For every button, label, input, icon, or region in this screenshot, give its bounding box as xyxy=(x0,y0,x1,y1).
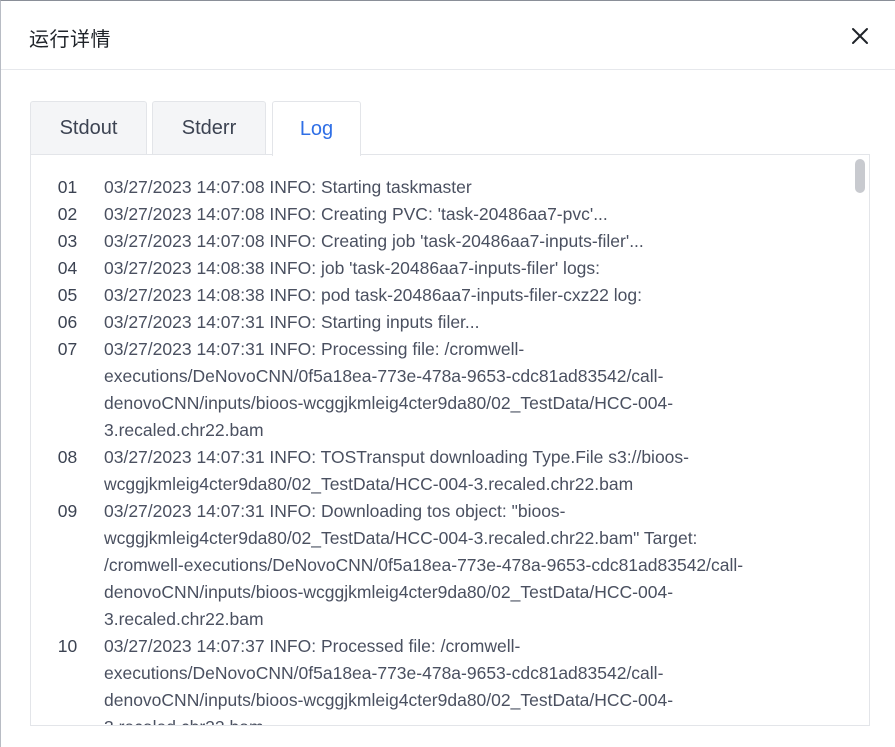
scrollbar-thumb[interactable] xyxy=(855,159,865,193)
log-line-text: 03/27/2023 14:07:08 INFO: Creating job '… xyxy=(104,231,644,251)
run-details-dialog: 运行详情 Stdout Stderr Log 01 03/27/2023 14:0… xyxy=(0,0,895,747)
log-list: 01 03/27/2023 14:07:08 INFO: Starting tas… xyxy=(31,174,851,725)
log-line-number: 09 xyxy=(57,501,78,521)
log-line-text: 03/27/2023 14:08:38 INFO: pod task-20486… xyxy=(104,285,642,305)
log-line: 07 03/27/2023 14:07:31 INFO: Processing f… xyxy=(31,336,851,444)
log-line: 01 03/27/2023 14:07:08 INFO: Starting tas… xyxy=(31,174,851,201)
log-line-number: 05 xyxy=(57,285,78,305)
log-line: 05 03/27/2023 14:08:38 INFO: pod task-204… xyxy=(31,282,851,309)
log-line-number: 02 xyxy=(57,204,78,224)
dialog-header: 运行详情 xyxy=(1,1,895,70)
log-line-number: 01 xyxy=(57,177,78,197)
log-line-text: 03/27/2023 14:07:31 INFO: TOSTransput do… xyxy=(104,447,689,494)
log-line: 03 03/27/2023 14:07:08 INFO: Creating job… xyxy=(31,228,851,255)
log-line-number: 07 xyxy=(57,339,78,359)
log-line-text: 03/27/2023 14:07:37 INFO: Processed file… xyxy=(104,636,674,725)
log-line-text: 03/27/2023 14:07:31 INFO: Processing fil… xyxy=(104,339,674,440)
log-line-number: 08 xyxy=(57,447,78,467)
log-line-text: 03/27/2023 14:07:08 INFO: Starting taskm… xyxy=(104,177,472,197)
log-line: 10 03/27/2023 14:07:37 INFO: Processed fi… xyxy=(31,633,851,725)
tab-stderr[interactable]: Stderr xyxy=(152,101,266,155)
tab-bar: Stdout Stderr Log xyxy=(30,101,870,156)
log-line: 04 03/27/2023 14:08:38 INFO: job 'task-20… xyxy=(31,255,851,282)
close-button[interactable] xyxy=(847,23,873,49)
log-line: 02 03/27/2023 14:07:08 INFO: Creating PVC… xyxy=(31,201,851,228)
log-line-text: 03/27/2023 14:08:38 INFO: job 'task-2048… xyxy=(104,258,601,278)
log-line-text: 03/27/2023 14:07:31 INFO: Downloading to… xyxy=(104,501,744,629)
tab-log[interactable]: Log xyxy=(272,101,361,156)
log-line-number: 04 xyxy=(57,258,78,278)
log-line: 09 03/27/2023 14:07:31 INFO: Downloading … xyxy=(31,498,851,633)
log-line-number: 10 xyxy=(57,636,78,656)
log-line-text: 03/27/2023 14:07:31 INFO: Starting input… xyxy=(104,312,480,332)
log-line-number: 06 xyxy=(57,312,78,332)
log-line-text: 03/27/2023 14:07:08 INFO: Creating PVC: … xyxy=(104,204,608,224)
log-panel[interactable]: 01 03/27/2023 14:07:08 INFO: Starting tas… xyxy=(30,154,870,726)
log-line: 06 03/27/2023 14:07:31 INFO: Starting inp… xyxy=(31,309,851,336)
dialog-title: 运行详情 xyxy=(29,27,111,51)
tab-stdout[interactable]: Stdout xyxy=(30,101,147,155)
log-line-number: 03 xyxy=(57,231,78,251)
close-icon xyxy=(852,28,868,44)
log-line: 08 03/27/2023 14:07:31 INFO: TOSTransput … xyxy=(31,444,851,498)
